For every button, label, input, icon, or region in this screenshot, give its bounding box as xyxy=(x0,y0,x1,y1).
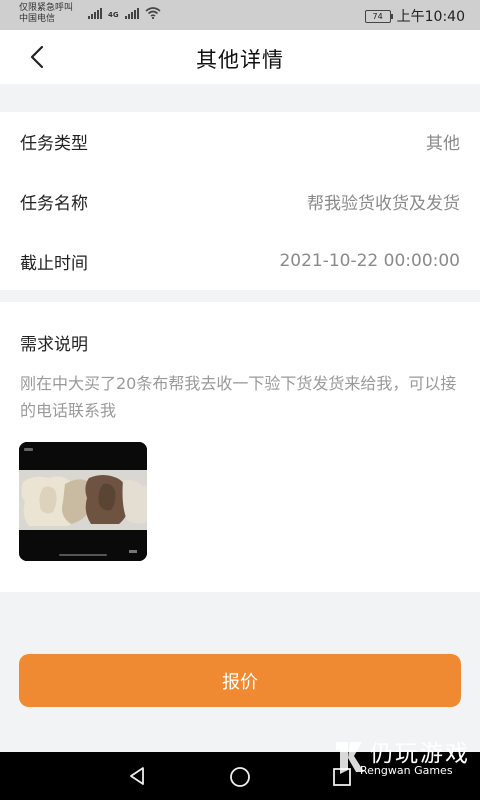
signal-icon xyxy=(88,7,102,19)
wifi-icon xyxy=(145,7,161,19)
header: 其他详情 xyxy=(0,30,480,84)
clock: 上午10:40 xyxy=(396,9,465,25)
attachment-image[interactable] xyxy=(19,442,147,561)
task-details-card: 任务类型 其他 任务名称 帮我验货收货及发货 截止时间 2021-10-22 0… xyxy=(0,112,480,290)
status-right: 74 上午10:40 xyxy=(364,6,465,26)
nav-home-button[interactable] xyxy=(228,765,252,793)
page-title: 其他详情 xyxy=(196,48,284,72)
requirement-text: 刚在中大买了20条布帮我去收一下验下货发货来给我，可以接的电话联系我 xyxy=(20,374,457,420)
nav-back-button[interactable] xyxy=(126,765,148,791)
battery-icon: 74 xyxy=(364,9,393,23)
fabric-photo xyxy=(19,442,147,561)
status-left: 仅限紧急呼叫 中国电信 xyxy=(19,3,73,25)
detail-label: 任务名称 xyxy=(20,193,88,214)
detail-row-deadline: 截止时间 2021-10-22 00:00:00 xyxy=(20,246,460,276)
requirement-card: 需求说明 刚在中大买了20条布帮我去收一下验下货发货来给我，可以接的电话联系我 xyxy=(0,302,480,592)
detail-row-name: 任务名称 帮我验货收货及发货 xyxy=(20,186,460,216)
carrier-name: 中国电信 xyxy=(19,14,56,24)
detail-row-type: 任务类型 其他 xyxy=(20,126,460,156)
detail-value: 帮我验货收货及发货 xyxy=(307,193,460,214)
signal-icon-2 xyxy=(124,7,139,19)
detail-label: 任务类型 xyxy=(20,133,88,154)
detail-value: 2021-10-22 00:00:00 xyxy=(279,251,460,271)
watermark: 仍玩游戏 Rengwan Games xyxy=(334,734,474,784)
requirement-title: 需求说明 xyxy=(20,335,88,355)
watermark-text: 仍玩游戏 xyxy=(370,741,470,767)
circle-home-icon xyxy=(230,767,250,787)
detail-value: 其他 xyxy=(426,133,460,154)
emergency-notice: 仅限紧急呼叫 xyxy=(19,3,74,13)
status-icons: 4G xyxy=(88,7,161,19)
detail-label: 截止时间 xyxy=(20,253,88,274)
quote-button[interactable]: 报价 xyxy=(19,654,461,707)
network-type: 4G xyxy=(108,11,119,19)
watermark-subtext: Rengwan Games xyxy=(360,764,453,777)
triangle-back-icon xyxy=(130,767,144,785)
status-bar: 仅限紧急呼叫 中国电信 4G 74 上午10:40 xyxy=(0,0,480,30)
